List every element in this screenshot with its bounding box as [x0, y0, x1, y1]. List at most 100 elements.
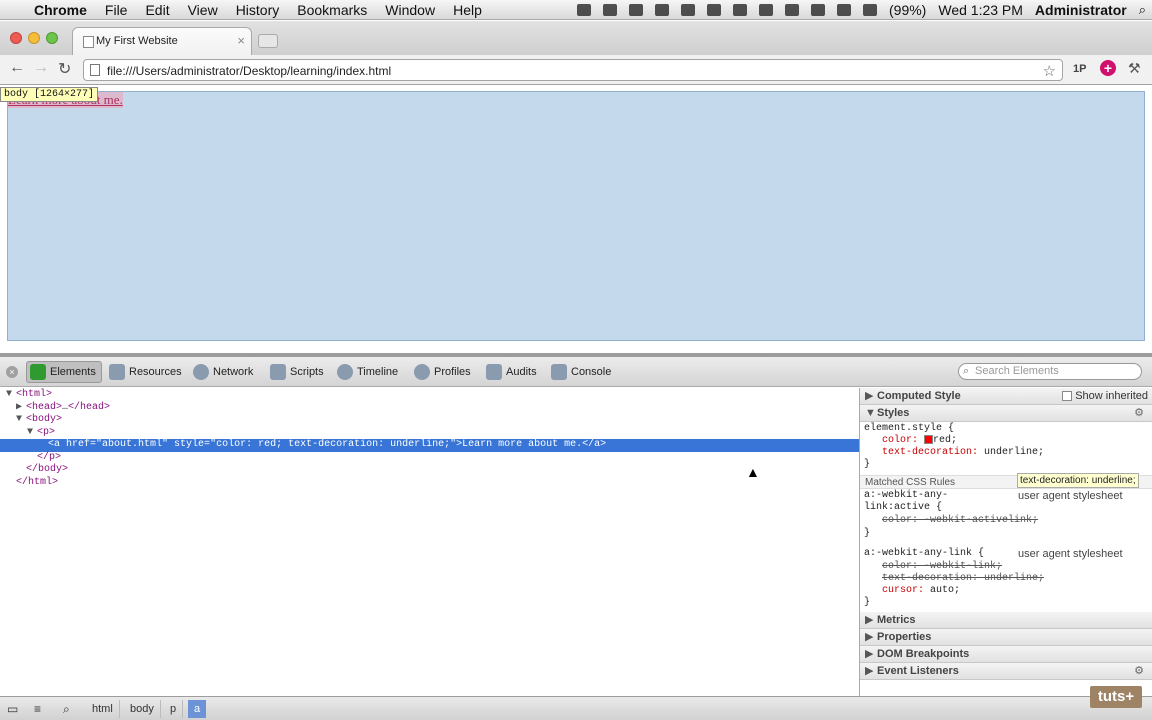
dock-icon[interactable]: ▭: [7, 702, 18, 716]
tab-close-icon[interactable]: ×: [237, 33, 245, 48]
audits-icon: [486, 364, 502, 380]
evernote-icon[interactable]: [603, 4, 617, 16]
bluetooth-icon[interactable]: [785, 4, 799, 16]
inspect-search-icon[interactable]: ⌕: [63, 702, 70, 717]
rule-source: user agent stylesheet: [1018, 548, 1123, 560]
expand-triangle-icon[interactable]: ▼: [16, 414, 26, 427]
breadcrumb-p[interactable]: p: [164, 700, 184, 718]
cloud-icon[interactable]: [655, 4, 669, 16]
gear-icon[interactable]: ⚙: [1134, 405, 1144, 422]
event-listeners-section[interactable]: ▶ Event Listeners ⚙: [860, 663, 1152, 680]
breadcrumb-html[interactable]: html: [86, 700, 120, 718]
properties-section[interactable]: ▶ Properties: [860, 629, 1152, 646]
window-zoom-icon[interactable]: [46, 32, 58, 44]
styles-section[interactable]: ▼ Styles ⚙: [860, 405, 1152, 422]
expand-triangle-icon[interactable]: ▼: [27, 427, 37, 440]
show-inherited-checkbox[interactable]: [1062, 391, 1073, 402]
tab-audits[interactable]: Audits: [483, 361, 542, 383]
forward-arrow-icon[interactable]: →: [33, 59, 49, 77]
breadcrumb-body[interactable]: body: [124, 700, 161, 718]
back-arrow-icon[interactable]: ←: [9, 59, 25, 77]
dom-breakpoints-section[interactable]: ▶ DOM Breakpoints: [860, 646, 1152, 663]
prop-value[interactable]: red;: [933, 435, 957, 446]
style-prop-text-decoration[interactable]: text-decoration: underline;: [882, 447, 1044, 458]
section-title: Properties: [877, 631, 932, 643]
breadcrumb-a[interactable]: a: [188, 700, 207, 718]
window-close-icon[interactable]: [10, 32, 22, 44]
style-prop-cursor[interactable]: cursor: auto;: [882, 585, 960, 596]
dom-node-html[interactable]: ▼ <html>: [0, 389, 859, 402]
metrics-section[interactable]: ▶ Metrics: [860, 612, 1152, 629]
tab-profiles[interactable]: Profiles: [411, 361, 476, 383]
display-icon[interactable]: [759, 4, 773, 16]
window-minimize-icon[interactable]: [28, 32, 40, 44]
address-bar[interactable]: file:///Users/administrator/Desktop/lear…: [83, 59, 1063, 81]
overridden-prop[interactable]: color: -webkit-activelink;: [882, 515, 1038, 526]
dom-attr-value[interactable]: "about.html": [96, 439, 168, 450]
menu-view[interactable]: View: [179, 2, 227, 18]
menu-history[interactable]: History: [227, 2, 289, 18]
1password-icon[interactable]: 1P: [1073, 63, 1086, 75]
tab-elements[interactable]: Elements: [26, 361, 102, 383]
console-drawer-icon[interactable]: ≡: [34, 702, 41, 716]
sync-icon[interactable]: [681, 4, 695, 16]
gear-icon[interactable]: ⚙: [1134, 663, 1144, 680]
overridden-prop[interactable]: text-decoration: underline;: [882, 573, 1044, 584]
tab-network[interactable]: Network: [190, 361, 258, 383]
menu-help[interactable]: Help: [444, 2, 491, 18]
expand-triangle-icon[interactable]: ▼: [6, 389, 16, 402]
dom-node-a-selected[interactable]: <a href="about.html" style="color: red; …: [0, 439, 859, 452]
computed-style-section[interactable]: ▶ Computed Style Show inherited: [860, 388, 1152, 405]
dom-node-text: <body>: [26, 414, 63, 425]
url-text[interactable]: file:///Users/administrator/Desktop/lear…: [107, 64, 391, 78]
dom-node-p-close[interactable]: </p>: [0, 452, 859, 465]
style-prop-color[interactable]: color: red;: [882, 435, 957, 446]
menu-file[interactable]: File: [96, 2, 137, 18]
dom-text-node[interactable]: Learn more about me.: [462, 439, 582, 450]
battery-percent[interactable]: (99%): [883, 2, 932, 18]
prop-value[interactable]: underline;: [984, 447, 1044, 458]
gamepad-icon[interactable]: [707, 4, 721, 16]
menubar-user[interactable]: Administrator: [1029, 2, 1133, 18]
battery-icon[interactable]: [863, 4, 877, 16]
prop-value[interactable]: auto;: [930, 585, 960, 596]
add-extension-icon[interactable]: +: [1100, 60, 1116, 76]
tab-console[interactable]: Console: [548, 361, 616, 383]
window-icon[interactable]: [629, 4, 643, 16]
dom-node-head[interactable]: ▶ <head>…</head>: [0, 402, 859, 415]
prop-name[interactable]: text-decoration:: [882, 447, 978, 458]
dom-node-p[interactable]: ▼ <p>: [0, 427, 859, 440]
dom-node-body-close[interactable]: </body>: [0, 464, 859, 477]
menu-bookmarks[interactable]: Bookmarks: [288, 2, 376, 18]
menu-app-chrome[interactable]: Chrome: [25, 2, 96, 18]
time-machine-icon[interactable]: [733, 4, 747, 16]
prop-name[interactable]: color:: [882, 435, 918, 446]
volume-icon[interactable]: [837, 4, 851, 16]
browser-tab[interactable]: My First Website ×: [72, 27, 252, 55]
tab-scripts[interactable]: Scripts: [267, 361, 329, 383]
dom-attr-value[interactable]: "color: red; text-decoration: underline;…: [210, 439, 456, 450]
camera-icon[interactable]: [577, 4, 591, 16]
spotlight-search-icon[interactable]: ⌕: [1133, 2, 1152, 18]
menu-window[interactable]: Window: [376, 2, 444, 18]
new-tab-button[interactable]: [258, 34, 278, 48]
bookmark-star-icon[interactable]: ☆: [1043, 62, 1056, 80]
color-swatch[interactable]: [924, 435, 934, 444]
collapse-triangle-icon[interactable]: ▶: [16, 402, 26, 415]
tab-timeline[interactable]: Timeline: [334, 361, 403, 383]
tab-resources[interactable]: Resources: [106, 361, 187, 383]
expand-triangle-icon: ▼: [865, 407, 876, 419]
search-elements-input[interactable]: ⌕ Search Elements: [958, 363, 1142, 380]
wrench-icon[interactable]: ⚒: [1128, 60, 1141, 77]
menu-edit[interactable]: Edit: [136, 2, 178, 18]
prop-name[interactable]: cursor:: [882, 585, 924, 596]
dom-node-html-close[interactable]: </html>: [0, 477, 859, 490]
overridden-prop[interactable]: color: -webkit-link;: [882, 561, 1002, 572]
show-inherited-toggle[interactable]: Show inherited: [1062, 388, 1148, 405]
devtools-close-icon[interactable]: ×: [6, 366, 18, 378]
menubar-clock[interactable]: Wed 1:23 PM: [932, 2, 1029, 18]
dom-node-body[interactable]: ▼ <body>: [0, 414, 859, 427]
collapse-triangle-icon: ▶: [865, 390, 874, 402]
wifi-icon[interactable]: [811, 4, 825, 16]
reload-icon[interactable]: ↻: [58, 59, 71, 79]
